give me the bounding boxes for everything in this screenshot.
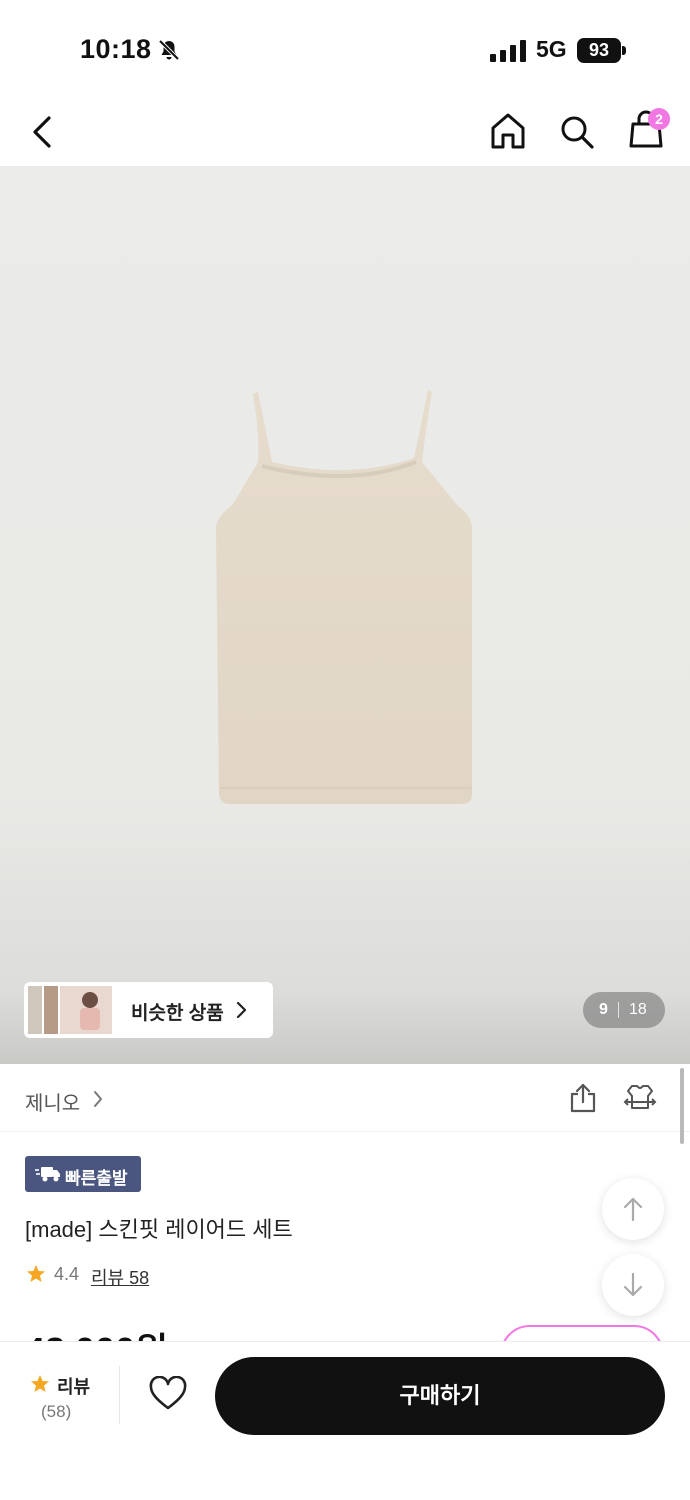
rating-value: 4.4: [54, 1264, 80, 1284]
search-icon[interactable]: [558, 112, 596, 152]
review-tab-count: (58): [41, 1402, 72, 1421]
scroll-top-button[interactable]: [602, 1178, 664, 1240]
scrollbar[interactable]: [680, 1068, 684, 1144]
bell-muted-icon: [158, 39, 180, 61]
chevron-right-icon: [94, 1091, 102, 1107]
brand-link[interactable]: 제니오: [25, 1087, 80, 1116]
size-compare-icon[interactable]: [623, 1082, 657, 1114]
signal-icon: [490, 40, 526, 62]
cart-button[interactable]: 2: [626, 106, 672, 152]
chevron-right-icon: [236, 1001, 247, 1019]
image-total-count: 18: [629, 1001, 647, 1018]
arrow-up-icon: [623, 1197, 643, 1222]
scroll-bottom-button[interactable]: [602, 1254, 664, 1316]
buy-button[interactable]: 구매하기: [215, 1357, 665, 1435]
truck-icon: [35, 1167, 60, 1182]
review-tab-label[interactable]: 리뷰: [57, 1373, 90, 1399]
review-link[interactable]: 리뷰 58: [91, 1264, 149, 1290]
cart-count-badge: 2: [648, 108, 670, 130]
heart-icon[interactable]: [148, 1376, 188, 1412]
product-title: [made] 스킨핏 레이어드 세트: [25, 1217, 293, 1242]
battery-level: 93: [588, 40, 610, 60]
similar-products-thumbnails: [28, 986, 112, 1034]
star-icon: [31, 1375, 49, 1392]
back-arrow-icon[interactable]: [26, 112, 60, 152]
image-current-index: 9: [599, 1001, 608, 1018]
share-icon[interactable]: [568, 1082, 598, 1114]
arrow-down-icon: [623, 1272, 643, 1297]
similar-products-button[interactable]: 비슷한 상품: [24, 982, 273, 1038]
brand-row: 제니오: [0, 1064, 690, 1132]
fast-shipping-badge: 빠른출발: [25, 1156, 141, 1192]
star-icon: [27, 1265, 45, 1282]
top-nav: 2: [0, 100, 690, 166]
fast-shipping-label: 빠른출발: [65, 1169, 128, 1188]
bottom-action-bar: 리뷰 (58) 구매하기: [0, 1341, 690, 1500]
battery-icon: 93: [577, 38, 627, 63]
status-bar: 10:18 5G 93: [0, 0, 690, 100]
image-counter: 9 18: [583, 992, 665, 1028]
status-time: 10:18: [80, 34, 152, 64]
similar-products-label: 비슷한 상품: [131, 1003, 224, 1024]
home-icon[interactable]: [488, 110, 528, 152]
product-image-gallery[interactable]: 비슷한 상품 9 18: [0, 166, 690, 1064]
product-photo-camisole: [216, 390, 472, 804]
network-type: 5G: [536, 36, 567, 62]
